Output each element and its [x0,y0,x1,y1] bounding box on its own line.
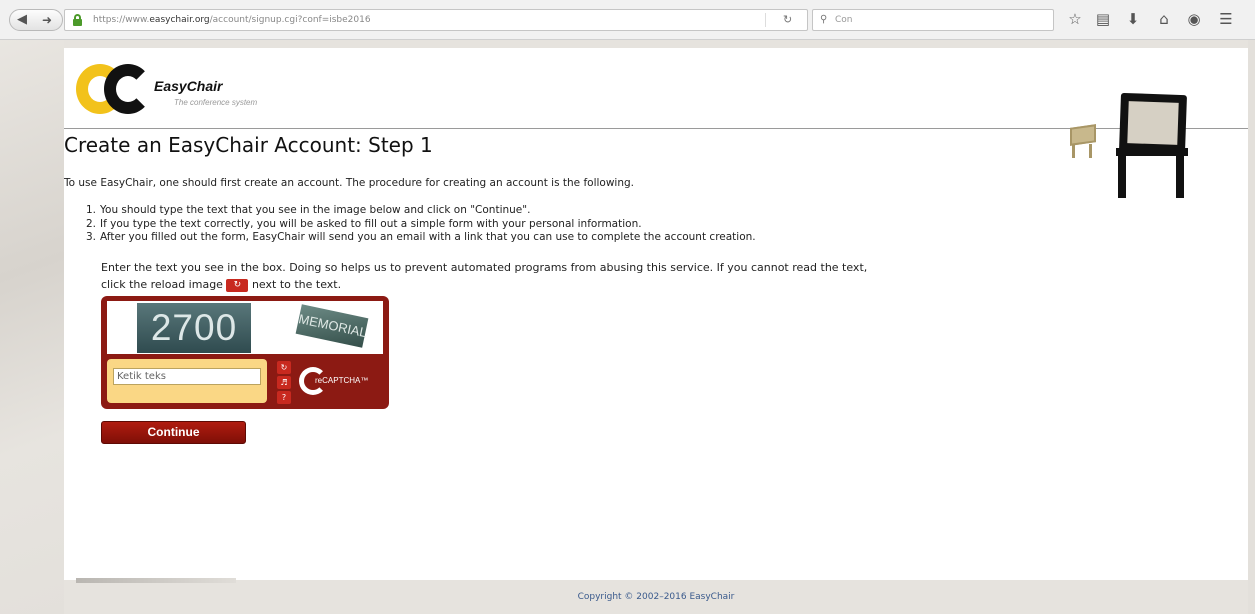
browser-toolbar: ◀ ➜ https://www.easychair.org/account/si… [0,0,1255,40]
captcha-input-area [107,359,267,403]
url-divider [765,13,766,27]
logo-c-mark [104,64,152,114]
back-icon[interactable]: ◀ [11,10,33,30]
captcha-instructions: Enter the text you see in the box. Doing… [101,259,881,293]
nav-buttons: ◀ ➜ [9,9,63,31]
step-text: You should type the text that you see in… [100,204,531,216]
list-item: 3. After you filled out the form, EasyCha… [86,231,756,245]
page-title: Create an EasyChair Account: Step 1 [64,133,433,157]
captcha-help-text-end: next to the text. [251,278,342,291]
url-bar[interactable]: https://www.easychair.org/account/signup… [64,9,808,31]
logo-tagline: The conference system [174,98,258,107]
list-item: 1. You should type the text that you see … [86,204,756,218]
captcha-image: 2700 MEMORIAL [107,301,383,354]
menu-icon[interactable]: ☰ [1215,8,1237,30]
captcha-input[interactable] [113,368,261,385]
step-text: After you filled out the form, EasyChair… [100,231,756,243]
step-number: 2. [86,217,97,230]
url-text[interactable]: https://www.easychair.org/account/signup… [93,10,371,30]
home-icon[interactable]: ⌂ [1153,8,1175,30]
captcha-help-text: Enter the text you see in the box. Doing… [101,261,868,291]
step-number: 1. [86,204,97,216]
recaptcha-logo-text: reCAPTCHA™ [315,376,369,385]
captcha-reload-icon[interactable]: ↻ [277,361,291,374]
reload-icon: ↻ [226,278,249,292]
lock-icon [73,14,82,26]
panel-shadow [76,578,236,583]
download-icon[interactable]: ⬇ [1122,8,1144,30]
captcha-audio-icon[interactable]: ♬ [277,376,291,389]
step-text: If you type the text correctly, you will… [100,217,642,230]
bookmark-star-icon[interactable]: ☆ [1064,8,1086,30]
list-item: 2. If you type the text correctly, you wi… [86,218,756,232]
chair-illustration [1066,86,1192,202]
reload-icon[interactable]: ↻ [783,10,792,30]
logo-name: EasyChair [154,78,223,94]
page-background-left [0,40,64,614]
search-icon: ⚲ [820,14,828,25]
captcha-word-1: 2700 [137,303,251,353]
step-number: 3. [86,231,97,243]
continue-button[interactable]: Continue [101,421,246,444]
recaptcha-logo: reCAPTCHA™ [297,363,379,399]
recaptcha-widget: 2700 MEMORIAL ↻ ♬ ? reCAPTCHA™ [101,296,389,409]
captcha-help-icon[interactable]: ? [277,391,291,404]
captcha-word-2: MEMORIAL [295,304,369,348]
page-background-right [1248,40,1255,614]
pocket-icon[interactable]: ◉ [1183,8,1205,30]
search-bar[interactable]: ⚲ Con [812,9,1054,31]
reading-list-icon[interactable]: ▤ [1092,8,1114,30]
intro-text: To use EasyChair, one should first creat… [64,177,634,189]
forward-icon[interactable]: ➜ [36,10,58,30]
copyright-footer: Copyright © 2002–2016 EasyChair [577,592,735,602]
search-input[interactable]: Con [835,10,853,30]
easychair-logo[interactable]: EasyChair The conference system [74,60,304,120]
procedure-steps: 1. You should type the text that you see … [86,204,756,245]
